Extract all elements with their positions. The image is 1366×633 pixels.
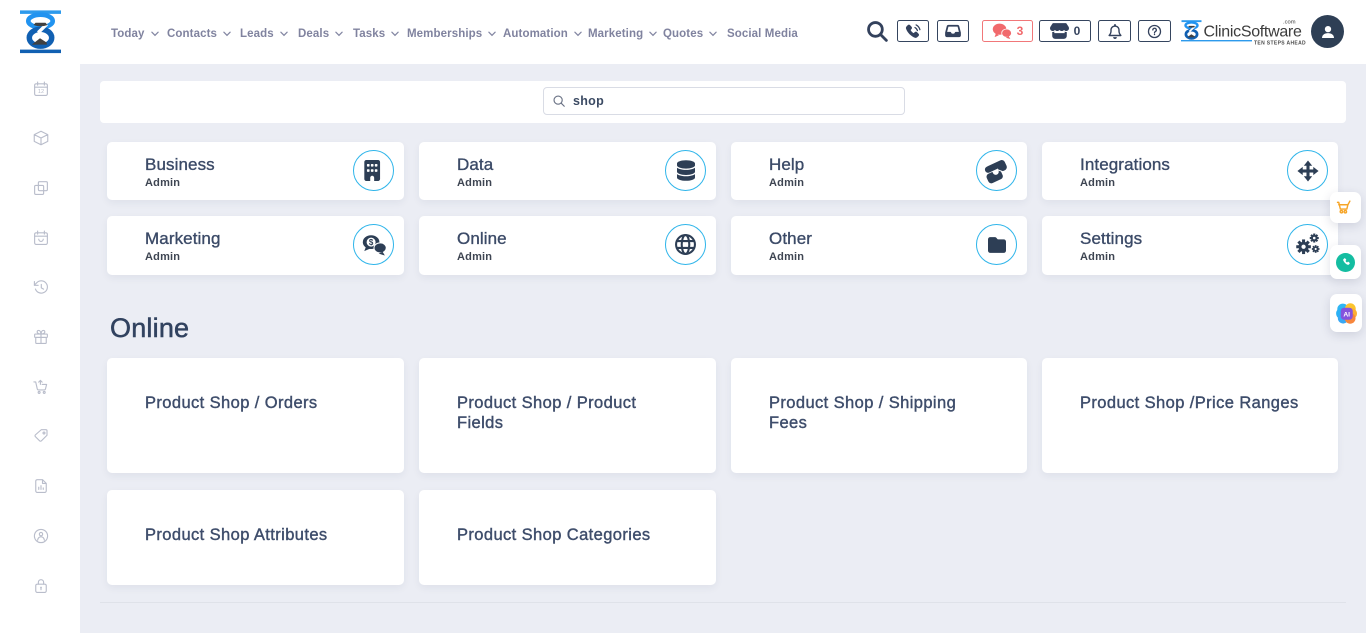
svg-text:TEN STEPS AHEAD: TEN STEPS AHEAD — [1254, 41, 1306, 47]
svg-text:.com: .com — [1283, 20, 1296, 26]
svg-text:12: 12 — [38, 89, 44, 95]
svg-text:$: $ — [368, 238, 373, 247]
svg-text:AI: AI — [1343, 311, 1350, 318]
svg-text:ClinicSoftware: ClinicSoftware — [1204, 24, 1302, 41]
